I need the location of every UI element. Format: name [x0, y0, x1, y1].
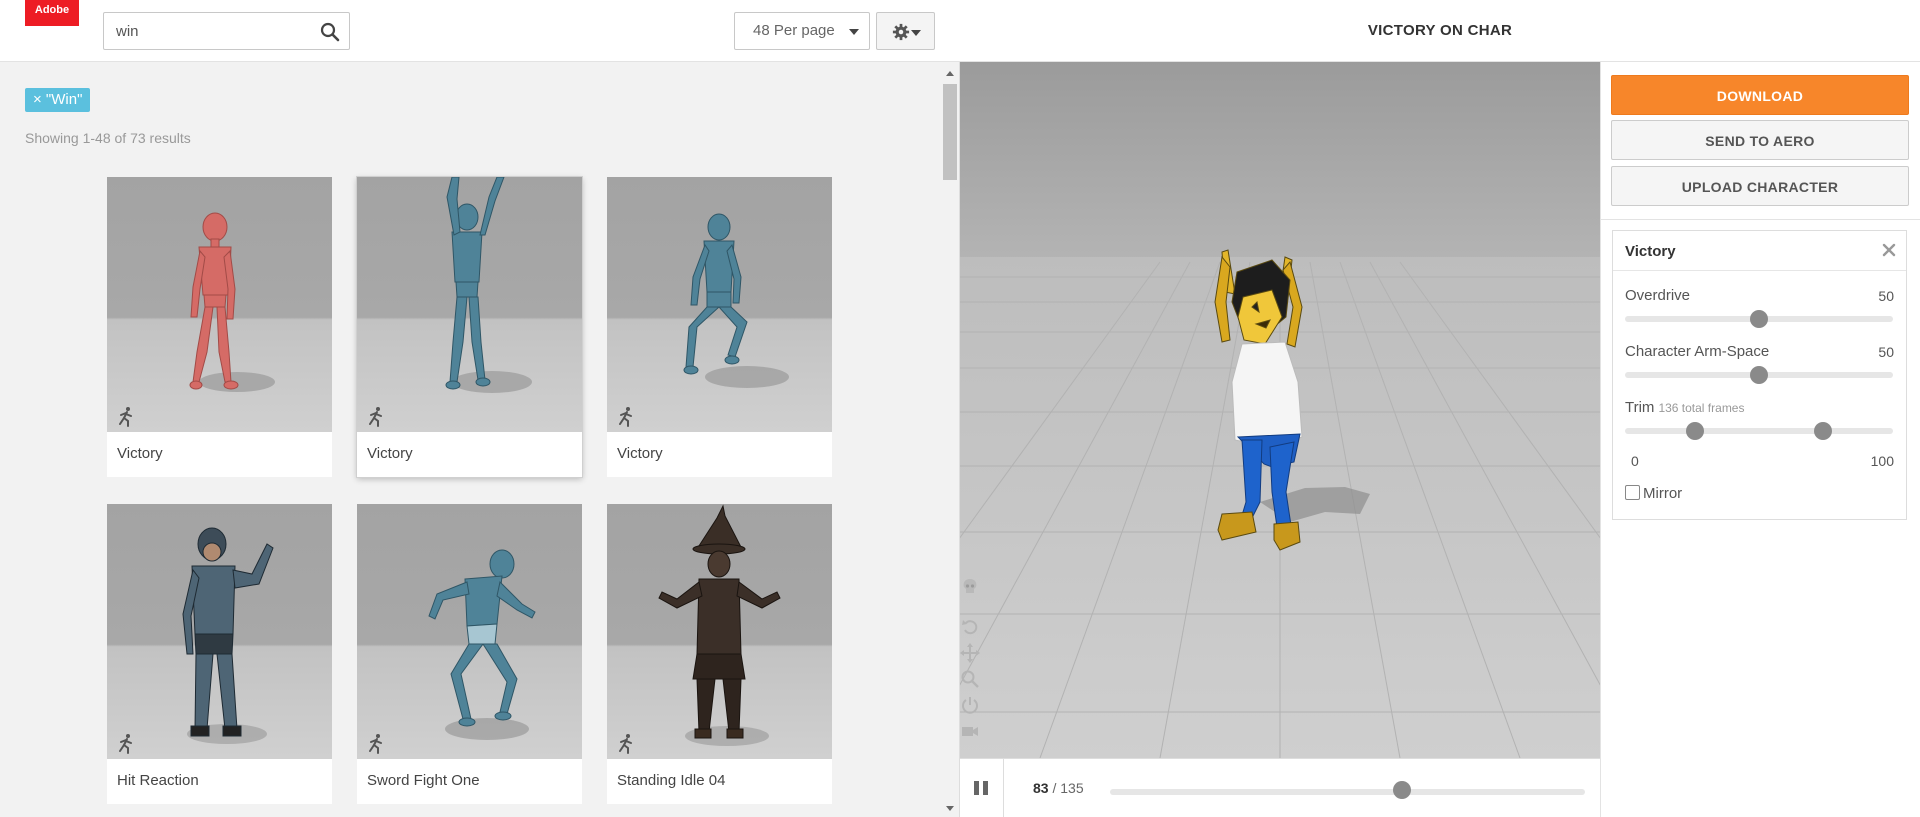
armspace-slider-handle[interactable] — [1750, 366, 1768, 384]
trim-min-label: 0 — [1631, 453, 1639, 469]
animation-card[interactable]: Victory — [107, 177, 332, 477]
trim-slider-track[interactable] — [1625, 428, 1893, 434]
run-icon — [619, 407, 632, 427]
animation-thumbnail[interactable] — [607, 504, 832, 759]
trim-start-handle[interactable] — [1685, 422, 1704, 440]
settings-title: Victory — [1625, 243, 1676, 260]
overdrive-value: 50 — [1878, 288, 1894, 304]
animation-thumbnail[interactable] — [107, 177, 332, 432]
undo-icon[interactable] — [960, 617, 980, 637]
animation-thumbnail[interactable] — [357, 504, 582, 759]
chevron-down-icon — [849, 29, 859, 35]
zoom-icon[interactable] — [960, 669, 980, 689]
skull-icon[interactable] — [960, 577, 980, 597]
chevron-down-icon — [911, 30, 921, 36]
mannequin-preview — [683, 213, 789, 388]
animation-thumbnail[interactable] — [607, 177, 832, 432]
pause-icon[interactable] — [972, 779, 990, 797]
trim-end-handle[interactable] — [1814, 422, 1833, 440]
armspace-label: Character Arm-Space — [1625, 343, 1770, 360]
settings-header: Victory — [1613, 231, 1906, 271]
card-label: Victory — [367, 445, 413, 462]
settings-dropdown-button[interactable] — [876, 12, 935, 50]
scroll-up-arrow-icon[interactable] — [946, 71, 954, 76]
download-button[interactable]: DOWNLOAD — [1611, 75, 1909, 115]
card-label: Victory — [117, 445, 163, 462]
mannequin-preview — [428, 549, 536, 740]
scrollbar-thumb[interactable] — [943, 84, 957, 180]
timeline-scrubber-handle[interactable] — [1393, 781, 1412, 799]
divider — [1003, 759, 1004, 817]
move-icon[interactable] — [960, 643, 980, 663]
scroll-down-arrow-icon[interactable] — [946, 806, 954, 811]
preview-pane: VICTORY ON CHAR 83 / 135 DOWNLOAD SEND T… — [960, 0, 1920, 817]
card-label: Standing Idle 04 — [617, 772, 726, 789]
overdrive-slider-handle[interactable] — [1750, 310, 1768, 328]
search-input[interactable] — [104, 13, 314, 49]
card-label: Sword Fight One — [367, 772, 480, 789]
frame-total: / 135 — [1052, 780, 1084, 796]
per-page-select[interactable]: 48 Per page — [734, 12, 870, 50]
animation-card[interactable]: Victory — [607, 177, 832, 477]
soldier-preview — [182, 527, 274, 744]
card-label: Victory — [617, 445, 663, 462]
run-icon — [119, 734, 132, 754]
run-icon — [119, 407, 132, 427]
scrollbar-track[interactable] — [941, 68, 959, 817]
mannequin-preview — [445, 177, 532, 393]
search-box[interactable] — [103, 12, 350, 50]
animation-card[interactable]: Sword Fight One — [357, 504, 582, 804]
animation-card[interactable]: Standing Idle 04 — [607, 504, 832, 804]
results-count: Showing 1-48 of 73 results — [25, 130, 191, 146]
power-icon[interactable] — [960, 695, 980, 715]
settings-panel: DOWNLOAD SEND TO AERO UPLOAD CHARACTER V… — [1600, 62, 1920, 817]
card-label: Hit Reaction — [117, 772, 199, 789]
mirror-checkbox[interactable] — [1625, 485, 1640, 500]
trim-label: Trim 136 total frames — [1625, 399, 1744, 416]
animation-thumbnail[interactable] — [357, 177, 582, 432]
3d-scene — [960, 62, 1600, 758]
send-to-aero-button[interactable]: SEND TO AERO — [1611, 120, 1909, 160]
adobe-logo[interactable]: Adobe — [25, 0, 79, 26]
witch-preview — [658, 504, 781, 746]
close-icon[interactable] — [1882, 243, 1896, 257]
preview-title: VICTORY ON CHAR — [960, 0, 1920, 62]
current-frame: 83 — [1033, 780, 1049, 796]
animation-card-selected[interactable]: Victory — [357, 177, 582, 477]
run-icon — [369, 407, 382, 427]
animation-settings-box: Victory Overdrive 50 Character Arm-Space… — [1612, 230, 1907, 520]
filter-tag[interactable]: × "Win" — [25, 88, 91, 112]
run-icon — [369, 734, 382, 754]
armspace-value: 50 — [1878, 344, 1894, 360]
3d-viewport[interactable] — [960, 62, 1600, 758]
frame-counter: 83 / 135 — [1033, 780, 1084, 796]
trim-frames-note: 136 total frames — [1658, 401, 1745, 415]
animation-card[interactable]: Hit Reaction — [107, 504, 332, 804]
browse-pane: Adobe 48 Per page — [0, 0, 960, 817]
gear-icon — [892, 23, 910, 41]
mirror-option[interactable]: Mirror — [1625, 485, 1682, 502]
animation-thumbnail[interactable] — [107, 504, 332, 759]
trim-label-text: Trim — [1625, 399, 1655, 416]
upload-character-button[interactable]: UPLOAD CHARACTER — [1611, 166, 1909, 206]
trim-max-label: 100 — [1870, 453, 1894, 469]
run-icon — [619, 734, 632, 754]
mirror-label: Mirror — [1643, 485, 1683, 502]
search-icon[interactable] — [320, 22, 340, 42]
top-toolbar: Adobe 48 Per page — [0, 0, 960, 62]
camera-icon[interactable] — [960, 721, 980, 741]
divider — [1601, 219, 1920, 220]
per-page-value: 48 Per page — [753, 22, 835, 39]
overdrive-label: Overdrive — [1625, 287, 1691, 304]
timeline-bar: 83 / 135 — [960, 758, 1600, 817]
mannequin-preview — [189, 212, 275, 392]
timeline-scrubber-track[interactable] — [1110, 789, 1585, 795]
